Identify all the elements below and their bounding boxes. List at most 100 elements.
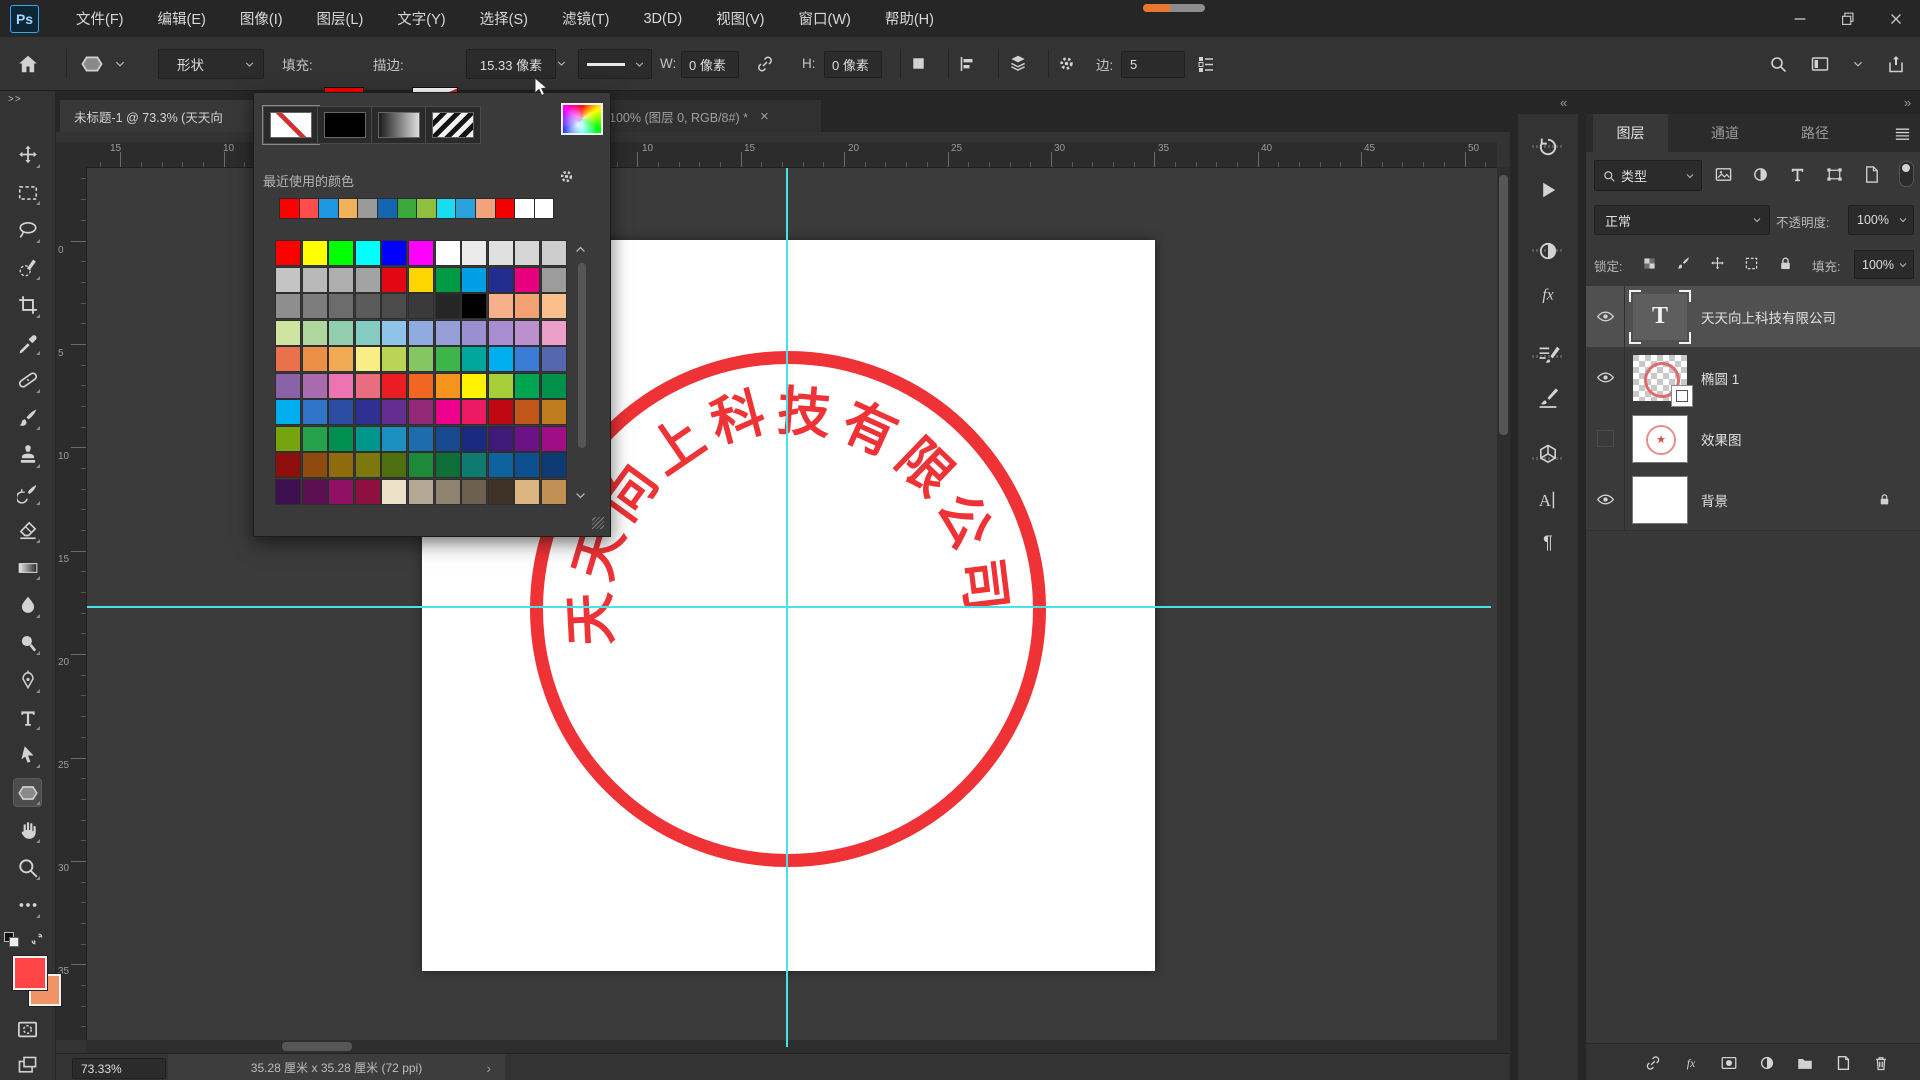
history-panel-icon[interactable] <box>1536 135 1560 159</box>
menu-item[interactable]: 选择(S) <box>463 0 545 37</box>
color-swatch[interactable] <box>489 400 513 424</box>
sides-input[interactable]: 5 <box>1121 51 1185 78</box>
recent-color-swatch[interactable] <box>319 199 338 218</box>
hand-tool[interactable] <box>14 817 41 844</box>
color-swatch[interactable] <box>382 321 406 345</box>
status-chevron-icon[interactable]: › <box>486 1060 491 1076</box>
visibility-toggle[interactable] <box>1586 469 1625 530</box>
color-swatch[interactable] <box>276 480 300 504</box>
collapse-panel-icon[interactable]: » <box>1904 95 1911 110</box>
vertical-ruler[interactable]: 05101520253035 <box>55 167 87 1040</box>
layer-row[interactable]: ★ 效果图 <box>1586 408 1920 470</box>
layer-name[interactable]: 背景 <box>1701 490 1728 510</box>
lock-pixels-icon[interactable] <box>1675 255 1692 272</box>
toolbar-options-button[interactable] <box>1196 37 1216 90</box>
home-button[interactable] <box>17 37 39 90</box>
color-swatch[interactable] <box>303 268 327 292</box>
toolbar-expand-button[interactable]: >> <box>8 94 22 105</box>
color-swatch[interactable] <box>356 294 380 318</box>
color-swatch[interactable] <box>276 268 300 292</box>
brushes-panel-icon[interactable] <box>1536 386 1560 410</box>
horizontal-scrollbar[interactable] <box>86 1040 1510 1053</box>
swap-colors-icon[interactable] <box>29 931 45 947</box>
blur-tool[interactable] <box>14 592 41 619</box>
color-swatch[interactable] <box>276 294 300 318</box>
path-operations-button[interactable] <box>909 37 928 90</box>
color-swatch[interactable] <box>462 400 486 424</box>
color-swatch[interactable] <box>489 241 513 265</box>
layer-name[interactable]: 效果图 <box>1701 429 1742 449</box>
recent-color-swatch[interactable] <box>535 199 554 218</box>
color-swatch[interactable] <box>329 241 353 265</box>
no-color-button[interactable] <box>263 106 319 144</box>
color-swatch[interactable] <box>329 268 353 292</box>
restore-button[interactable] <box>1824 0 1872 37</box>
color-swatch[interactable] <box>356 321 380 345</box>
visibility-toggle[interactable] <box>1586 408 1625 469</box>
document-info[interactable]: 35.28 厘米 x 35.28 厘米 (72 ppi) › <box>168 1054 505 1080</box>
color-swatch[interactable] <box>303 321 327 345</box>
horizontal-guide[interactable] <box>86 606 1491 608</box>
menu-item[interactable]: 视图(V) <box>699 0 781 37</box>
menu-item[interactable]: 文字(Y) <box>380 0 462 37</box>
paragraph-panel-icon[interactable]: ¶ <box>1536 530 1560 554</box>
menu-item[interactable]: 编辑(E) <box>141 0 223 37</box>
filter-shape-icon[interactable] <box>1825 165 1844 184</box>
color-swatch[interactable] <box>542 241 566 265</box>
menu-item[interactable]: 图层(L) <box>300 0 381 37</box>
path-selection-tool[interactable] <box>14 742 41 769</box>
color-swatch[interactable] <box>382 294 406 318</box>
brush-tool[interactable] <box>14 404 41 431</box>
actions-panel-icon[interactable] <box>1536 178 1560 202</box>
close-button[interactable] <box>1872 0 1920 37</box>
search-icon[interactable] <box>1768 54 1788 74</box>
color-swatch[interactable] <box>462 427 486 451</box>
link-dimensions-button[interactable] <box>755 37 775 90</box>
history-brush-tool[interactable] <box>14 479 41 506</box>
color-swatch[interactable] <box>409 480 433 504</box>
lock-all-icon[interactable] <box>1777 255 1794 272</box>
character-panel-icon[interactable]: A <box>1536 488 1560 512</box>
new-group-icon[interactable] <box>1796 1054 1814 1072</box>
color-swatch[interactable] <box>276 374 300 398</box>
link-layers-icon[interactable] <box>1644 1054 1662 1072</box>
layer-thumbnail[interactable]: T <box>1633 294 1687 340</box>
color-swatch[interactable] <box>303 427 327 451</box>
color-swatch[interactable] <box>462 294 486 318</box>
vertical-scrollbar-thumb[interactable] <box>1499 175 1508 435</box>
panel-resize-grip[interactable] <box>592 517 604 529</box>
new-layer-icon[interactable] <box>1834 1054 1852 1072</box>
shape-settings-button[interactable] <box>1056 37 1077 90</box>
layer-thumbnail[interactable] <box>1633 355 1687 401</box>
rectangular-marquee-tool[interactable] <box>14 179 41 206</box>
recent-color-swatch[interactable] <box>515 199 534 218</box>
layer-thumbnail[interactable]: ★ <box>1633 416 1687 462</box>
recent-color-swatch[interactable] <box>417 199 436 218</box>
color-swatch[interactable] <box>436 268 460 292</box>
adjustments-panel-icon[interactable] <box>1536 239 1560 263</box>
color-swatch[interactable] <box>489 374 513 398</box>
color-swatch[interactable] <box>409 374 433 398</box>
color-swatch[interactable] <box>462 480 486 504</box>
brush-settings-panel-icon[interactable] <box>1536 343 1560 367</box>
solid-color-button[interactable] <box>317 106 373 144</box>
eyedropper-tool[interactable] <box>14 329 41 356</box>
color-swatch[interactable] <box>303 374 327 398</box>
gradient-button[interactable] <box>371 106 427 144</box>
color-swatch[interactable] <box>303 400 327 424</box>
dodge-tool[interactable] <box>14 629 41 656</box>
menu-item[interactable]: 3D(D) <box>626 0 699 37</box>
recent-color-swatch[interactable] <box>437 199 456 218</box>
recent-color-swatch[interactable] <box>339 199 358 218</box>
minimize-button[interactable] <box>1776 0 1824 37</box>
quick-mask-button[interactable] <box>16 1018 39 1041</box>
gradient-tool[interactable] <box>14 554 41 581</box>
color-swatch[interactable] <box>489 268 513 292</box>
color-swatch[interactable] <box>409 347 433 371</box>
stroke-width-dropdown[interactable] <box>556 37 567 90</box>
panel-menu-button[interactable] <box>1893 124 1912 143</box>
color-swatch[interactable] <box>276 427 300 451</box>
color-swatch[interactable] <box>515 241 539 265</box>
zoom-tool[interactable] <box>14 854 41 881</box>
filter-toggle[interactable] <box>1899 161 1914 187</box>
